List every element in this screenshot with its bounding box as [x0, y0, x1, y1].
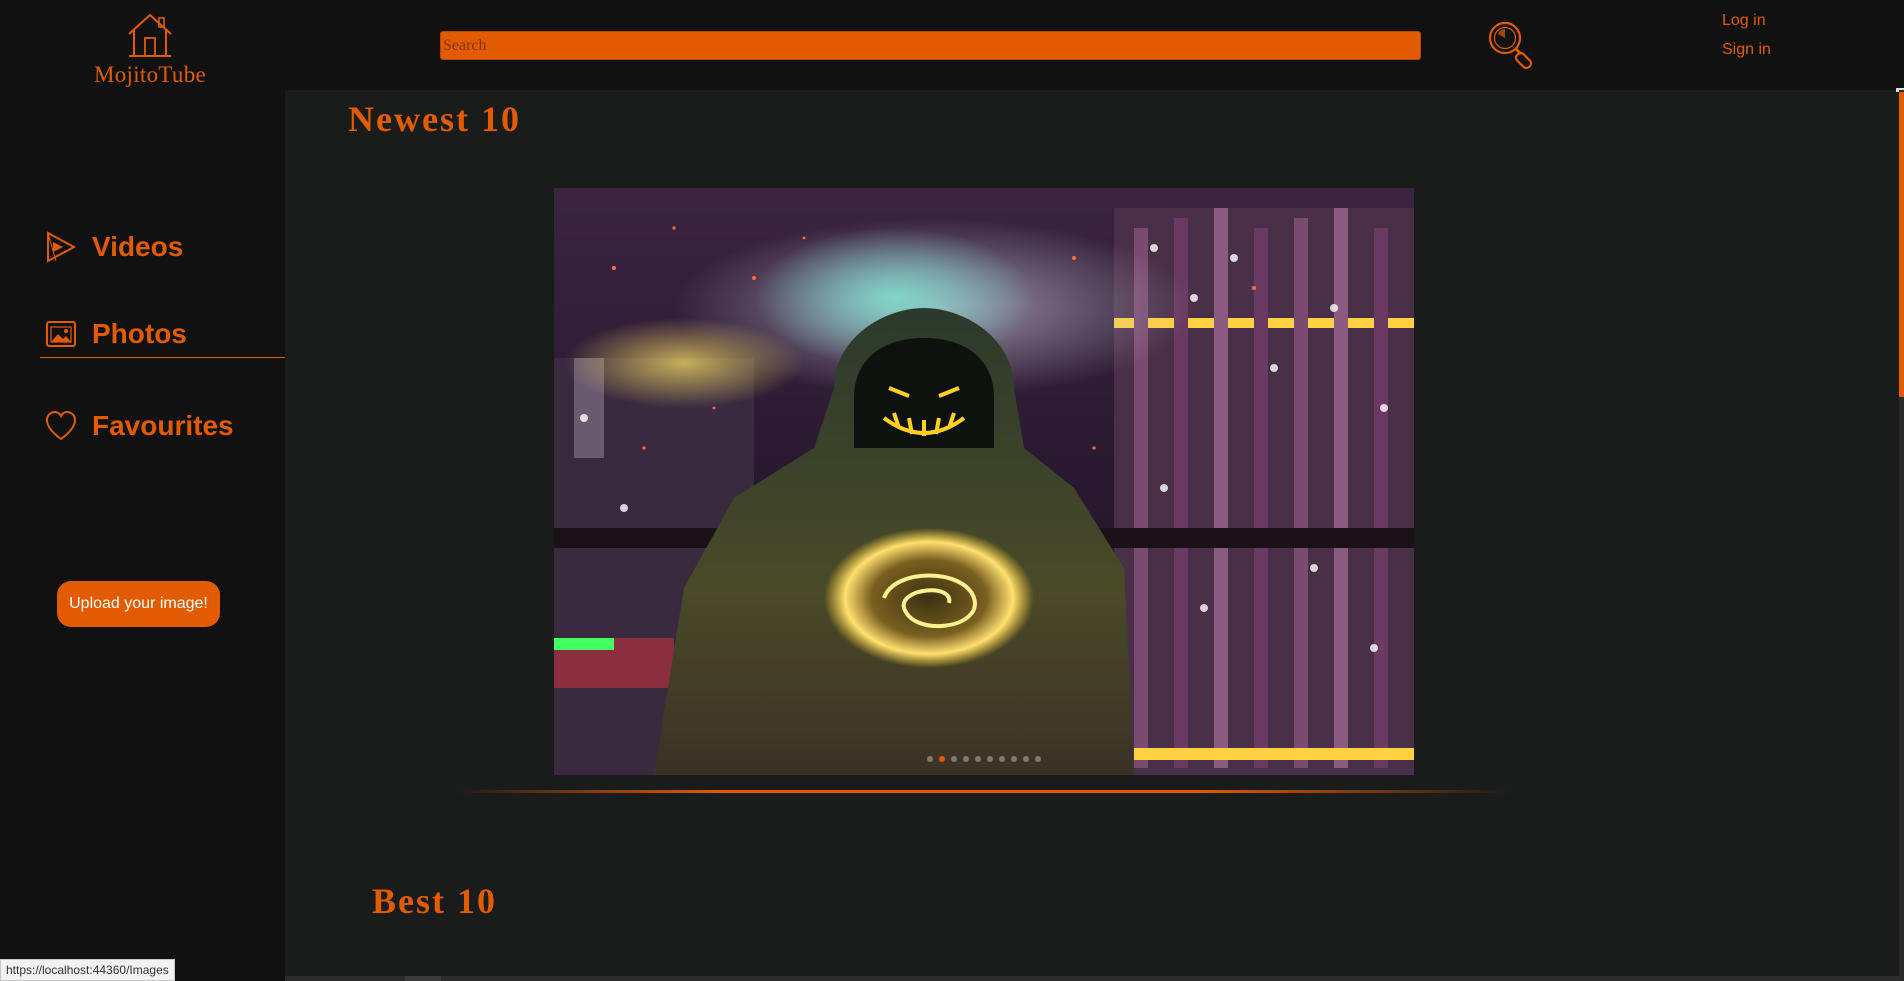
carousel-dot[interactable] [1011, 756, 1017, 762]
carousel-dot[interactable] [999, 756, 1005, 762]
logo-text: MojitoTube [93, 62, 207, 87]
upload-image-button[interactable]: Upload your image! [57, 581, 220, 627]
carousel-dot[interactable] [951, 756, 957, 762]
house-icon [128, 13, 172, 57]
logo[interactable]: MojitoTube [90, 10, 210, 87]
signin-link[interactable]: Sign in [1722, 35, 1842, 64]
carousel-dot[interactable] [963, 756, 969, 762]
carousel-indicators [554, 756, 1414, 762]
heart-icon [45, 410, 77, 441]
carousel-image [554, 188, 1414, 775]
horizontal-scrollbar[interactable] [285, 976, 1899, 981]
best-section-title: Best 10 [372, 881, 497, 921]
sidebar-item-photos[interactable]: Photos [40, 306, 285, 358]
carousel-dot[interactable] [975, 756, 981, 762]
horizontal-scrollbar-thumb[interactable] [405, 976, 441, 981]
magnifier-icon [1488, 21, 1533, 70]
sidebar: Videos Photos Favourites Upload your ima… [0, 90, 285, 981]
sidebar-item-label: Photos [92, 318, 187, 349]
sidebar-item-videos[interactable]: Videos [40, 217, 285, 277]
vertical-scrollbar[interactable] [1899, 90, 1904, 981]
carousel-dot[interactable] [987, 756, 993, 762]
login-link[interactable]: Log in [1722, 6, 1842, 35]
main-content: Newest 10 Best 10 [285, 90, 1899, 981]
newest-carousel[interactable] [554, 188, 1414, 775]
top-header: MojitoTube Log in Sign in [0, 0, 1904, 90]
carousel-dot[interactable] [1035, 756, 1041, 762]
scrollbar-thumb[interactable] [1899, 92, 1904, 397]
photo-icon [46, 321, 76, 347]
search-input[interactable] [440, 31, 1421, 60]
status-url: https://localhost:44360/Images [0, 959, 175, 981]
sidebar-item-label: Favourites [92, 410, 234, 441]
newest-section-title: Newest 10 [348, 99, 521, 139]
play-icon [47, 231, 77, 263]
carousel-dot[interactable] [939, 756, 945, 762]
carousel-dot[interactable] [1023, 756, 1029, 762]
sidebar-item-favourites[interactable]: Favourites [40, 396, 285, 456]
sidebar-item-label: Videos [92, 231, 184, 262]
auth-links: Log in Sign in [1722, 6, 1842, 64]
carousel-dot[interactable] [927, 756, 933, 762]
section-divider [455, 790, 1515, 793]
search-button[interactable] [1484, 18, 1536, 74]
